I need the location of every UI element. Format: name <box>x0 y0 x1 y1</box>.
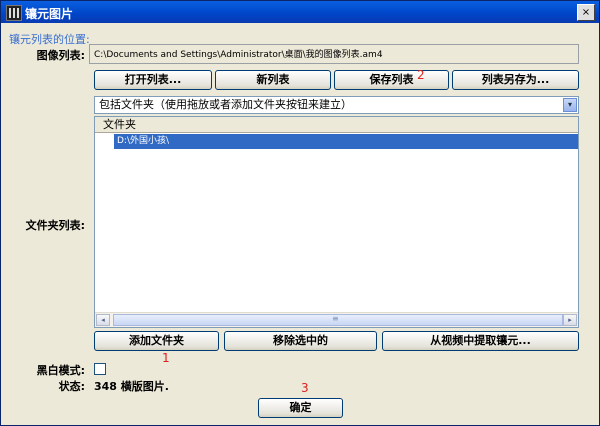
folder-listview[interactable]: 文件夹 D:\外国小孩\ ◂ ≡ ▸ <box>94 116 579 328</box>
window-title: 镶元图片 <box>25 7 74 21</box>
new-list-button[interactable]: 新列表 <box>215 70 331 90</box>
scroll-thumb[interactable]: ≡ <box>113 314 563 326</box>
chevron-down-icon[interactable]: ▾ <box>563 98 577 112</box>
status-value: 348 横版图片. <box>94 380 169 393</box>
list-item[interactable]: D:\外国小孩\ <box>114 134 578 149</box>
close-button[interactable]: × <box>577 4 595 21</box>
image-list-label: 图像列表: <box>36 49 85 62</box>
app-icon <box>6 5 22 21</box>
folder-mode-value: 包括文件夹（使用拖放或者添加文件夹按钮来建立） <box>99 98 352 111</box>
save-list-as-button[interactable]: 列表另存为... <box>452 70 579 90</box>
image-list-path-field[interactable]: C:\Documents and Settings\Administrator\… <box>89 44 579 64</box>
bw-mode-label: 黑白模式: <box>36 364 85 377</box>
folder-list-label: 文件夹列表: <box>25 219 85 232</box>
folder-mode-select[interactable]: 包括文件夹（使用拖放或者添加文件夹按钮来建立） ▾ <box>94 96 579 114</box>
save-list-button[interactable]: 保存列表 <box>334 70 449 90</box>
annotation-3: 3 <box>301 381 309 395</box>
title-bar[interactable]: 镶元图片 × <box>1 1 599 23</box>
bw-mode-checkbox[interactable] <box>94 363 106 375</box>
extract-from-video-button[interactable]: 从视频中提取镶元... <box>382 331 579 351</box>
horizontal-scrollbar[interactable]: ◂ ≡ ▸ <box>95 312 578 327</box>
remove-selected-button[interactable]: 移除选中的 <box>224 331 377 351</box>
status-label: 状态: <box>58 380 85 393</box>
add-folder-button[interactable]: 添加文件夹 <box>94 331 219 351</box>
annotation-2: 2 <box>417 68 425 82</box>
open-list-button[interactable]: 打开列表... <box>94 70 212 90</box>
grip-icon: ≡ <box>332 314 339 323</box>
ok-button[interactable]: 确定 <box>258 398 343 418</box>
section-title: 镶元列表的位置: <box>9 33 90 46</box>
mosaic-images-dialog: 镶元图片 × 镶元列表的位置: 图像列表: C:\Documents and S… <box>0 0 600 426</box>
annotation-1: 1 <box>162 351 170 365</box>
scroll-left-icon[interactable]: ◂ <box>96 314 110 326</box>
scroll-right-icon[interactable]: ▸ <box>563 314 577 326</box>
column-header-folder[interactable]: 文件夹 <box>95 117 578 133</box>
